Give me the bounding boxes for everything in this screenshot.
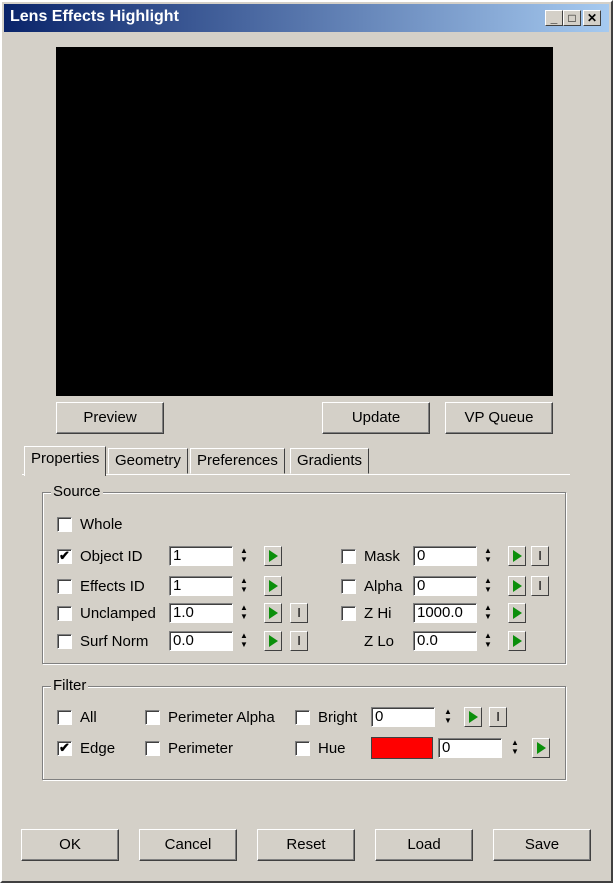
z-lo-spinner[interactable]: ▲ ▼ (482, 631, 494, 651)
z-lo-label: Z Lo (364, 633, 395, 650)
bright-checkbox[interactable] (295, 710, 310, 725)
vp-queue-button[interactable]: VP Queue (445, 402, 553, 434)
bright-animate-icon[interactable] (464, 707, 482, 727)
effects-id-animate-icon[interactable] (264, 576, 282, 596)
mask-invert-button[interactable]: I (531, 546, 549, 566)
perimeter-checkbox[interactable] (145, 741, 160, 756)
bright-spinner[interactable]: ▲ ▼ (442, 707, 454, 727)
title-bar[interactable]: Lens Effects Highlight _ □ ✕ (4, 4, 609, 32)
alpha-label: Alpha (364, 578, 403, 595)
preview-area (56, 47, 553, 396)
unclamped-label: Unclamped (80, 605, 156, 622)
z-hi-animate-icon[interactable] (508, 603, 526, 623)
bright-field[interactable]: 0 (371, 707, 435, 727)
z-hi-checkbox[interactable] (341, 606, 356, 621)
z-lo-field[interactable]: 0.0 (413, 631, 477, 651)
mask-checkbox[interactable] (341, 549, 356, 564)
z-hi-label: Z Hi (364, 605, 392, 622)
surf-norm-spinner[interactable]: ▲ ▼ (238, 631, 250, 651)
surf-norm-label: Surf Norm (80, 633, 149, 650)
hue-label: Hue (318, 740, 346, 757)
update-button[interactable]: Update (322, 402, 430, 434)
save-button[interactable]: Save (493, 829, 591, 861)
z-hi-spinner[interactable]: ▲ ▼ (482, 603, 494, 623)
whole-label: Whole (80, 516, 123, 533)
hue-spinner[interactable]: ▲ ▼ (509, 738, 521, 758)
surf-norm-field[interactable]: 0.0 (169, 631, 233, 651)
bright-label: Bright (318, 709, 358, 726)
tab-properties[interactable]: Properties (24, 446, 107, 476)
filter-group (42, 686, 566, 780)
effects-id-checkbox[interactable] (57, 579, 72, 594)
window-title: Lens Effects Highlight (10, 8, 179, 25)
hue-animate-icon[interactable] (532, 738, 550, 758)
tab-geometry[interactable]: Geometry (108, 448, 188, 474)
cancel-button[interactable]: Cancel (139, 829, 237, 861)
ok-button[interactable]: OK (21, 829, 119, 861)
mask-field[interactable]: 0 (413, 546, 477, 566)
alpha-animate-icon[interactable] (508, 576, 526, 596)
tab-preferences[interactable]: Preferences (190, 448, 285, 474)
object-id-animate-icon[interactable] (264, 546, 282, 566)
hue-checkbox[interactable] (295, 741, 310, 756)
hue-color-swatch[interactable] (371, 737, 433, 759)
perimeter-alpha-label: Perimeter Alpha (168, 709, 275, 726)
unclamped-invert-button[interactable]: I (290, 603, 308, 623)
filter-group-label: Filter (51, 677, 89, 694)
alpha-field[interactable]: 0 (413, 576, 477, 596)
surf-norm-checkbox[interactable] (57, 634, 72, 649)
mask-spinner[interactable]: ▲ ▼ (482, 546, 494, 566)
z-lo-animate-icon[interactable] (508, 631, 526, 651)
alpha-spinner[interactable]: ▲ ▼ (482, 576, 494, 596)
surf-norm-animate-icon[interactable] (264, 631, 282, 651)
unclamped-spinner[interactable]: ▲ ▼ (238, 603, 250, 623)
reset-button[interactable]: Reset (257, 829, 355, 861)
alpha-invert-button[interactable]: I (531, 576, 549, 596)
object-id-checkbox[interactable]: ✔ (57, 549, 72, 564)
alpha-checkbox[interactable] (341, 579, 356, 594)
maximize-button[interactable]: □ (563, 10, 581, 26)
object-id-label: Object ID (80, 548, 143, 565)
effects-id-field[interactable]: 1 (169, 576, 233, 596)
close-button[interactable]: ✕ (583, 10, 601, 26)
object-id-field[interactable]: 1 (169, 546, 233, 566)
unclamped-field[interactable]: 1.0 (169, 603, 233, 623)
mask-animate-icon[interactable] (508, 546, 526, 566)
all-checkbox[interactable] (57, 710, 72, 725)
whole-checkbox[interactable] (57, 517, 72, 532)
bright-invert-button[interactable]: I (489, 707, 507, 727)
effects-id-spinner[interactable]: ▲ ▼ (238, 576, 250, 596)
minimize-button[interactable]: _ (545, 10, 563, 26)
surf-norm-invert-button[interactable]: I (290, 631, 308, 651)
preview-button[interactable]: Preview (56, 402, 164, 434)
all-label: All (80, 709, 97, 726)
object-id-spinner[interactable]: ▲ ▼ (238, 546, 250, 566)
unclamped-animate-icon[interactable] (264, 603, 282, 623)
mask-label: Mask (364, 548, 400, 565)
unclamped-checkbox[interactable] (57, 606, 72, 621)
effects-id-label: Effects ID (80, 578, 145, 595)
edge-checkbox[interactable]: ✔ (57, 741, 72, 756)
perimeter-label: Perimeter (168, 740, 234, 757)
z-hi-field[interactable]: 1000.0 (413, 603, 477, 623)
load-button[interactable]: Load (375, 829, 473, 861)
edge-label: Edge (80, 740, 116, 757)
tab-gradients[interactable]: Gradients (290, 448, 370, 474)
perimeter-alpha-checkbox[interactable] (145, 710, 160, 725)
hue-field[interactable]: 0 (438, 738, 502, 758)
source-group-label: Source (51, 483, 103, 500)
